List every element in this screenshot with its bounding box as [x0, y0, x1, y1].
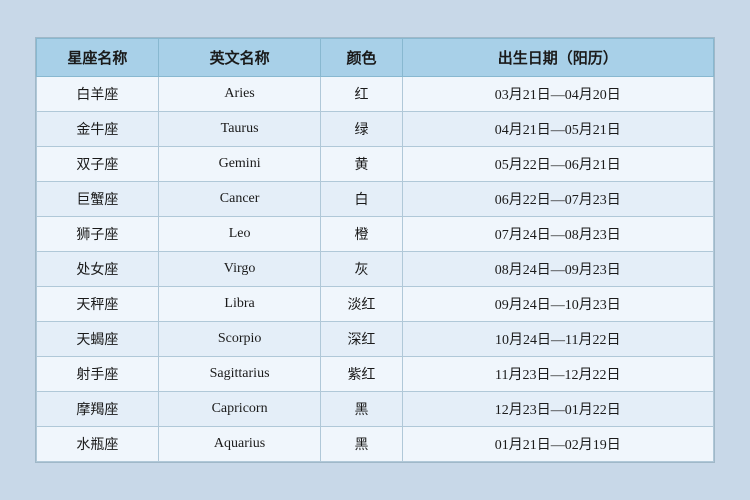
table-row: 处女座Virgo灰08月24日—09月23日	[37, 252, 714, 287]
cell-date: 12月23日—01月22日	[402, 392, 713, 427]
cell-color: 紫红	[321, 357, 402, 392]
cell-date: 01月21日—02月19日	[402, 427, 713, 462]
cell-zh-name: 摩羯座	[37, 392, 159, 427]
cell-zh-name: 天秤座	[37, 287, 159, 322]
cell-date: 09月24日—10月23日	[402, 287, 713, 322]
cell-zh-name: 双子座	[37, 147, 159, 182]
cell-zh-name: 水瓶座	[37, 427, 159, 462]
header-zh-name: 星座名称	[37, 39, 159, 77]
cell-en-name: Aries	[158, 77, 320, 112]
table-row: 摩羯座Capricorn黑12月23日—01月22日	[37, 392, 714, 427]
cell-en-name: Virgo	[158, 252, 320, 287]
cell-zh-name: 天蝎座	[37, 322, 159, 357]
cell-color: 灰	[321, 252, 402, 287]
table-row: 金牛座Taurus绿04月21日—05月21日	[37, 112, 714, 147]
cell-date: 11月23日—12月22日	[402, 357, 713, 392]
cell-color: 红	[321, 77, 402, 112]
table-row: 天秤座Libra淡红09月24日—10月23日	[37, 287, 714, 322]
cell-color: 黑	[321, 392, 402, 427]
cell-date: 10月24日—11月22日	[402, 322, 713, 357]
cell-zh-name: 射手座	[37, 357, 159, 392]
cell-en-name: Capricorn	[158, 392, 320, 427]
cell-color: 淡红	[321, 287, 402, 322]
table-row: 射手座Sagittarius紫红11月23日—12月22日	[37, 357, 714, 392]
cell-date: 04月21日—05月21日	[402, 112, 713, 147]
cell-en-name: Leo	[158, 217, 320, 252]
cell-en-name: Libra	[158, 287, 320, 322]
cell-zh-name: 金牛座	[37, 112, 159, 147]
cell-color: 黑	[321, 427, 402, 462]
table-row: 白羊座Aries红03月21日—04月20日	[37, 77, 714, 112]
cell-zh-name: 狮子座	[37, 217, 159, 252]
cell-color: 黄	[321, 147, 402, 182]
cell-color: 白	[321, 182, 402, 217]
cell-zh-name: 巨蟹座	[37, 182, 159, 217]
cell-date: 05月22日—06月21日	[402, 147, 713, 182]
cell-zh-name: 处女座	[37, 252, 159, 287]
cell-en-name: Aquarius	[158, 427, 320, 462]
cell-en-name: Gemini	[158, 147, 320, 182]
table-row: 狮子座Leo橙07月24日—08月23日	[37, 217, 714, 252]
zodiac-table-container: 星座名称 英文名称 颜色 出生日期（阳历） 白羊座Aries红03月21日—04…	[35, 37, 715, 463]
cell-zh-name: 白羊座	[37, 77, 159, 112]
table-row: 天蝎座Scorpio深红10月24日—11月22日	[37, 322, 714, 357]
table-row: 巨蟹座Cancer白06月22日—07月23日	[37, 182, 714, 217]
table-row: 双子座Gemini黄05月22日—06月21日	[37, 147, 714, 182]
zodiac-table: 星座名称 英文名称 颜色 出生日期（阳历） 白羊座Aries红03月21日—04…	[36, 38, 714, 462]
cell-en-name: Cancer	[158, 182, 320, 217]
table-row: 水瓶座Aquarius黑01月21日—02月19日	[37, 427, 714, 462]
header-color: 颜色	[321, 39, 402, 77]
cell-date: 07月24日—08月23日	[402, 217, 713, 252]
cell-en-name: Scorpio	[158, 322, 320, 357]
cell-color: 橙	[321, 217, 402, 252]
cell-date: 08月24日—09月23日	[402, 252, 713, 287]
cell-date: 06月22日—07月23日	[402, 182, 713, 217]
cell-en-name: Sagittarius	[158, 357, 320, 392]
cell-date: 03月21日—04月20日	[402, 77, 713, 112]
table-header-row: 星座名称 英文名称 颜色 出生日期（阳历）	[37, 39, 714, 77]
cell-color: 深红	[321, 322, 402, 357]
header-en-name: 英文名称	[158, 39, 320, 77]
header-date: 出生日期（阳历）	[402, 39, 713, 77]
cell-en-name: Taurus	[158, 112, 320, 147]
cell-color: 绿	[321, 112, 402, 147]
